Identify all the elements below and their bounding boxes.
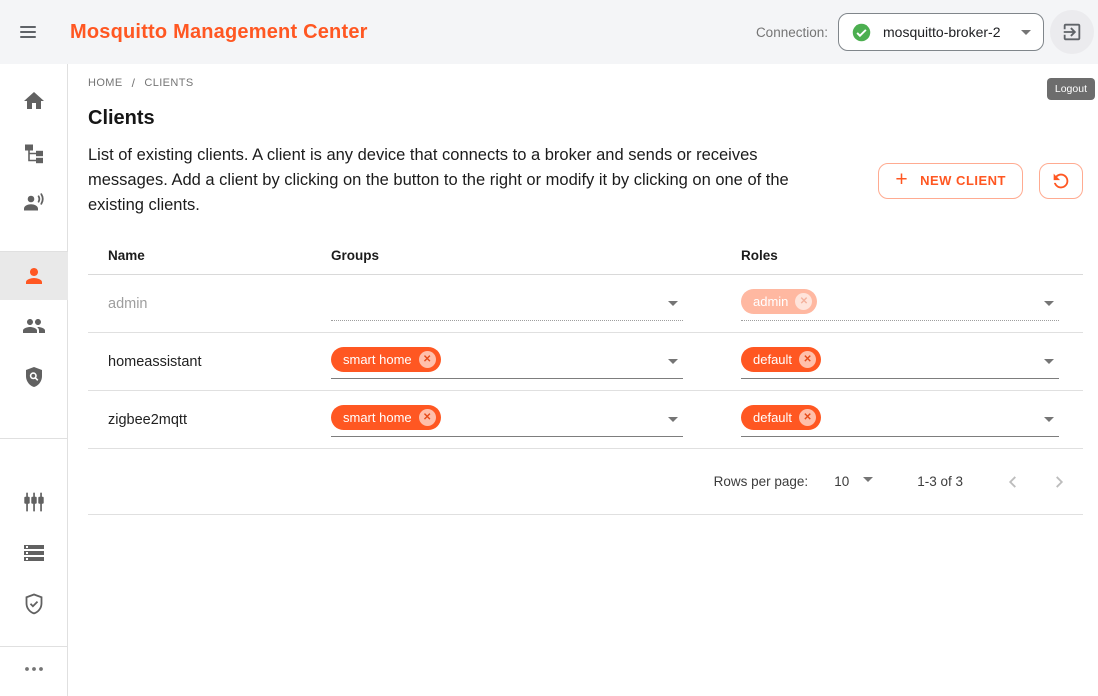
chevron-down-icon	[668, 359, 678, 364]
app-title: Mosquitto Management Center	[70, 21, 368, 44]
groups-select[interactable]	[331, 286, 683, 321]
chevron-down-icon	[1044, 359, 1054, 364]
table-header: Name Groups Roles	[88, 248, 1083, 275]
chip-label: smart home	[343, 352, 412, 367]
roles-select[interactable]: default ✕	[741, 344, 1059, 379]
table-row-admin[interactable]: admin admin ✕	[88, 275, 1083, 333]
menu-icon[interactable]	[16, 20, 40, 44]
clients-table: Name Groups Roles admin admin ✕	[88, 248, 1083, 515]
logout-button[interactable]	[1050, 10, 1094, 54]
page-title: Clients	[88, 107, 1083, 130]
column-header-name: Name	[88, 248, 331, 263]
home-icon	[22, 89, 46, 113]
role-chip[interactable]: default ✕	[741, 347, 821, 372]
role-chip: admin ✕	[741, 289, 817, 314]
settings-input-icon	[22, 490, 46, 514]
groups-select[interactable]: smart home ✕	[331, 402, 683, 437]
page-actions: + NEW CLIENT	[878, 163, 1083, 199]
roles-select[interactable]: default ✕	[741, 402, 1059, 437]
sidebar-item-settings[interactable]	[0, 476, 68, 527]
people-icon	[22, 314, 46, 338]
group-chip[interactable]: smart home ✕	[331, 405, 441, 430]
chevron-down-icon	[668, 417, 678, 422]
roles-select[interactable]: admin ✕	[741, 286, 1059, 321]
app-header: Mosquitto Management Center Connection: …	[0, 0, 1098, 64]
exit-to-app-icon	[1061, 21, 1083, 43]
check-circle-icon	[851, 22, 872, 43]
chevron-down-icon	[863, 477, 873, 482]
chevron-down-icon	[1044, 301, 1054, 306]
record-voice-over-icon	[22, 191, 46, 215]
role-chip[interactable]: default ✕	[741, 405, 821, 430]
new-client-label: NEW CLIENT	[920, 173, 1006, 188]
more-horizontal-icon	[22, 657, 46, 681]
chevron-down-icon	[668, 301, 678, 306]
chip-label: admin	[753, 294, 788, 309]
new-client-button[interactable]: + NEW CLIENT	[878, 163, 1023, 199]
connection-group: Connection: mosquitto-broker-2	[756, 10, 1094, 54]
sidebar-item-connections[interactable]	[0, 177, 68, 228]
connection-select[interactable]: mosquitto-broker-2	[838, 13, 1044, 51]
chip-label: default	[753, 352, 792, 367]
next-page-button[interactable]	[1041, 464, 1077, 500]
sidebar-item-groups[interactable]	[0, 300, 68, 351]
pagination-range: 1-3 of 3	[917, 474, 963, 489]
rows-per-page-value: 10	[834, 474, 849, 489]
page-description: List of existing clients. A client is an…	[88, 143, 828, 218]
logout-tooltip: Logout	[1047, 78, 1095, 100]
table-row-zigbee2mqtt[interactable]: zigbee2mqtt smart home ✕ default ✕	[88, 391, 1083, 449]
sidebar-item-streams[interactable]	[0, 527, 68, 578]
sidebar-item-more[interactable]	[0, 647, 68, 690]
storage-icon	[22, 541, 46, 565]
chip-delete-icon[interactable]: ✕	[419, 409, 436, 426]
column-header-roles: Roles	[741, 248, 1083, 263]
column-header-groups: Groups	[331, 248, 741, 263]
chip-delete-icon[interactable]: ✕	[799, 409, 816, 426]
table-row-homeassistant[interactable]: homeassistant smart home ✕ default ✕	[88, 333, 1083, 391]
chip-delete-icon: ✕	[795, 293, 812, 310]
schema-icon	[22, 140, 46, 164]
sidebar-item-security[interactable]	[0, 578, 68, 629]
rows-per-page-select[interactable]: 10	[834, 474, 873, 489]
sidebar-item-roles[interactable]	[0, 351, 68, 402]
chevron-right-icon	[1048, 471, 1070, 493]
groups-select[interactable]: smart home ✕	[331, 344, 683, 379]
breadcrumb-home[interactable]: HOME	[88, 77, 123, 89]
group-chip[interactable]: smart home ✕	[331, 347, 441, 372]
chip-delete-icon[interactable]: ✕	[419, 351, 436, 368]
sidebar-item-home[interactable]	[0, 75, 68, 126]
breadcrumb-separator: /	[132, 76, 136, 90]
rows-per-page-label: Rows per page:	[714, 474, 809, 489]
sidebar	[0, 64, 68, 696]
chip-label: default	[753, 410, 792, 425]
sidebar-item-topology[interactable]	[0, 126, 68, 177]
previous-page-button[interactable]	[995, 464, 1031, 500]
client-name: homeassistant	[88, 354, 331, 370]
breadcrumb-clients: CLIENTS	[144, 77, 193, 89]
chip-label: smart home	[343, 410, 412, 425]
plus-icon: +	[895, 169, 908, 190]
main-content: HOME / CLIENTS Clients List of existing …	[68, 64, 1098, 696]
person-icon	[22, 264, 46, 288]
client-name: admin	[88, 296, 331, 312]
chip-delete-icon[interactable]: ✕	[799, 351, 816, 368]
chevron-down-icon	[1021, 30, 1031, 35]
breadcrumb: HOME / CLIENTS	[88, 76, 1083, 90]
refresh-button[interactable]	[1039, 163, 1083, 199]
chevron-left-icon	[1002, 471, 1024, 493]
table-pagination: Rows per page: 10 1-3 of 3	[88, 449, 1083, 515]
client-name: zigbee2mqtt	[88, 412, 331, 428]
sidebar-divider	[0, 438, 68, 439]
chevron-down-icon	[1044, 417, 1054, 422]
policy-icon	[22, 365, 46, 389]
refresh-icon	[1050, 170, 1072, 192]
sidebar-item-clients[interactable]	[0, 252, 68, 300]
connection-label: Connection:	[756, 25, 828, 40]
connection-value: mosquitto-broker-2	[883, 24, 1021, 40]
verified-user-icon	[22, 592, 46, 616]
